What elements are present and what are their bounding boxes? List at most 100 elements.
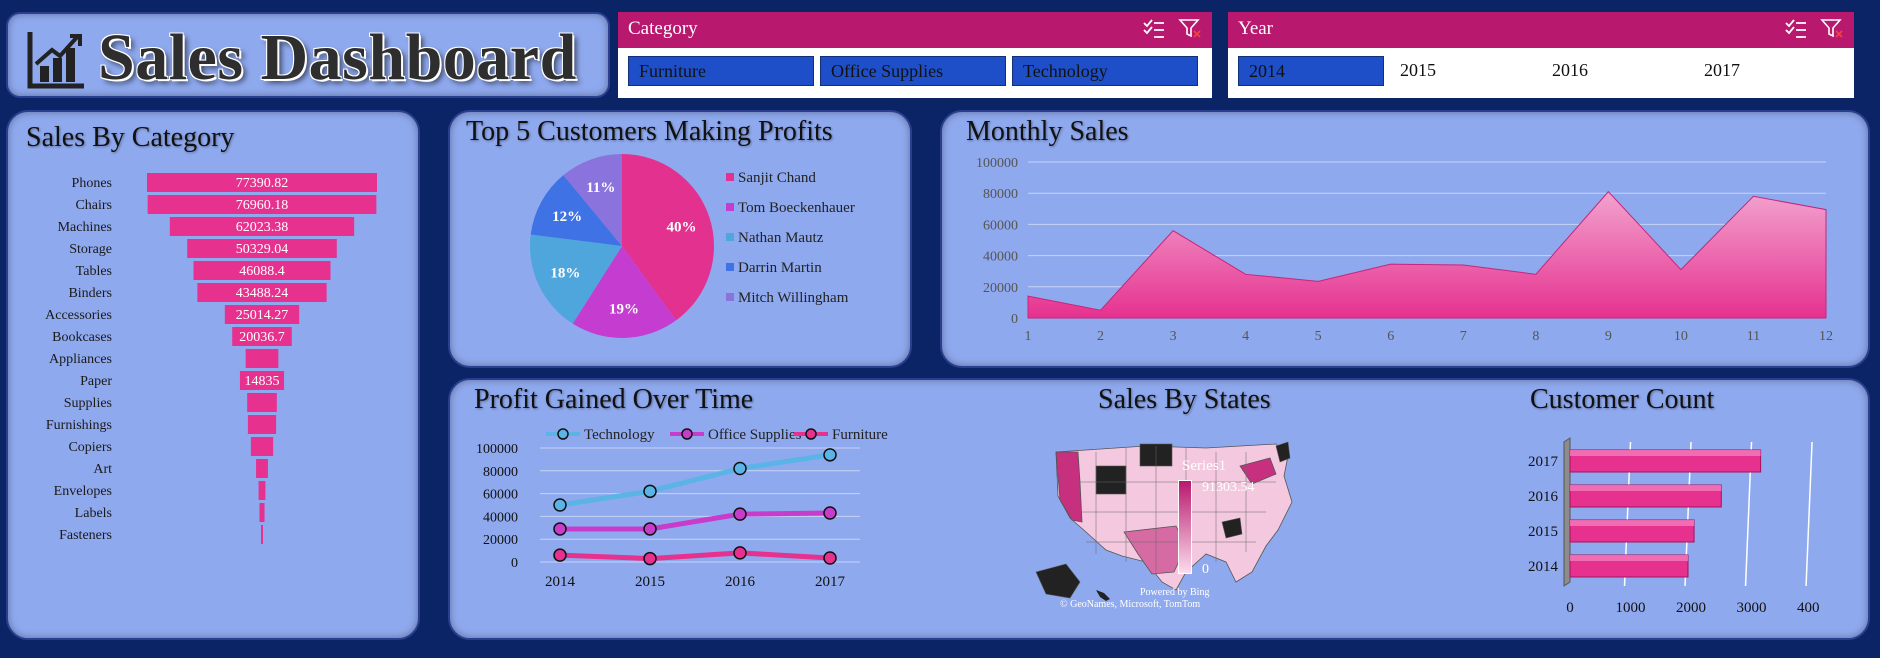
data-point	[823, 551, 837, 565]
x-tick-label: 10	[1674, 329, 1688, 344]
category-label: Paper	[80, 374, 112, 389]
category-chip-technology[interactable]: Technology	[1012, 56, 1198, 86]
clear-filter-icon[interactable]	[1820, 18, 1844, 40]
x-tick-label: 7	[1460, 329, 1467, 344]
year-chip-2015[interactable]: 2015	[1390, 56, 1536, 86]
profit-over-time-title: Profit Gained Over Time	[474, 384, 754, 415]
y-tick-label: 0	[1011, 312, 1018, 327]
year-chip-2014[interactable]: 2014	[1238, 56, 1384, 86]
data-point	[823, 448, 837, 462]
category-label: Storage	[69, 242, 112, 257]
map-legend-title: Series1	[1182, 458, 1227, 474]
profit-over-time-line-chart[interactable]: 0 20000 40000 60000 80000 100000 Technology Off…	[450, 422, 930, 632]
x-tick-label: 2	[1097, 329, 1104, 344]
data-point	[733, 546, 747, 560]
x-tick-label: 2015	[635, 574, 665, 590]
x-tick-label: 2000	[1676, 600, 1706, 616]
customer-count-title: Customer Count	[1530, 384, 1715, 415]
category-bar	[247, 393, 277, 412]
y-tick-label: 40000	[983, 250, 1018, 265]
map-legend-max: 91303.54	[1202, 480, 1255, 495]
legend-swatch	[726, 173, 734, 181]
year-chip-2016[interactable]: 2016	[1542, 56, 1688, 86]
category-bar	[250, 437, 274, 456]
category-label: Chairs	[75, 198, 112, 213]
us-map	[1035, 441, 1293, 601]
x-tick-label: 1	[1025, 329, 1032, 344]
legend-label: Furniture	[832, 427, 888, 443]
category-label: Binders	[68, 286, 112, 301]
category-bar	[261, 525, 263, 544]
sales-by-category-panel: Sales By Category Phones 77390.82 Chairs 76…	[6, 110, 420, 640]
category-slicer: Category Furniture Office Supplies Techn…	[618, 12, 1212, 98]
pie-slice-label: 40%	[666, 220, 696, 236]
header-panel: Sales Dashboard	[6, 12, 610, 98]
legend-swatch	[726, 263, 734, 271]
category-label: 2016	[1528, 489, 1559, 505]
x-tick-label: 1000	[1616, 600, 1646, 616]
multi-select-icon[interactable]	[1142, 18, 1166, 40]
customer-count-bar-chart[interactable]: 0 1000 2000 3000 4000 2017 2016 2015 2014	[1500, 422, 1820, 632]
legend-label: Sanjit Chand	[738, 170, 816, 186]
legend-marker	[681, 428, 693, 440]
x-tick-label: 8	[1532, 329, 1539, 344]
category-label: Accessories	[45, 308, 112, 323]
year-slicer-header: Year	[1228, 12, 1854, 48]
x-tick-label: 3	[1170, 329, 1177, 344]
x-tick-label: 2016	[725, 574, 756, 590]
map-credit-sources: © GeoNames, Microsoft, TomTom	[1060, 599, 1201, 610]
y-tick-label: 80000	[983, 187, 1018, 202]
category-bar	[258, 481, 266, 500]
year-chip-2017[interactable]: 2017	[1694, 56, 1840, 86]
legend-marker	[557, 428, 569, 440]
category-label: 2014	[1528, 559, 1559, 575]
y-tick-label: 80000	[483, 465, 518, 480]
category-value-label: 77390.82	[236, 176, 289, 191]
category-value-label: 25014.27	[236, 308, 289, 323]
sales-by-category-chart[interactable]: Phones 77390.82 Chairs 76960.18 Machines 6202…	[8, 162, 418, 632]
map-legend-gradient	[1178, 480, 1192, 574]
category-label: Labels	[75, 506, 112, 521]
category-bar	[256, 459, 268, 478]
clear-filter-icon[interactable]	[1178, 18, 1202, 40]
multi-select-icon[interactable]	[1784, 18, 1808, 40]
bar-highlight	[1570, 450, 1761, 456]
category-value-label: 43488.24	[236, 286, 289, 301]
y-tick-label: 60000	[983, 218, 1018, 233]
category-bar	[245, 349, 279, 368]
category-label: Envelopes	[54, 484, 112, 499]
series-line	[559, 452, 831, 508]
category-label: Machines	[58, 220, 112, 235]
category-chip-furniture[interactable]: Furniture	[628, 56, 814, 86]
legend-swatch	[726, 293, 734, 301]
legend-label: Nathan Mautz	[738, 230, 824, 246]
bar-chart-icon	[27, 32, 84, 89]
x-tick-label: 2014	[545, 574, 576, 590]
data-point	[733, 461, 747, 476]
legend-label: Mitch Willingham	[738, 290, 849, 306]
category-value-label: 76960.18	[236, 198, 289, 213]
category-label: Supplies	[64, 396, 112, 411]
monthly-sales-area-chart[interactable]: 0200004000060000800001000001 2 3 4 5 6 7 8 9 10 11…	[942, 148, 1868, 368]
pie-slice-label: 19%	[609, 302, 639, 318]
legend-label: Office Supplies	[708, 427, 802, 443]
x-tick-label: 2017	[815, 574, 846, 590]
top5-customers-pie-chart[interactable]: 40% 19% 18% 12%11% Sanjit Chand Tom Boeckenha…	[450, 152, 910, 362]
category-value-label: 62023.38	[236, 220, 289, 235]
bar-highlight	[1570, 520, 1695, 526]
legend-label: Darrin Martin	[738, 260, 822, 276]
category-value-label: 46088.4	[239, 264, 285, 279]
map-legend-min: 0	[1202, 562, 1209, 577]
category-chip-office-supplies[interactable]: Office Supplies	[820, 56, 1006, 86]
category-label: Copiers	[68, 440, 112, 455]
top5-customers-title: Top 5 Customers Making Profits	[466, 116, 833, 147]
year-slicer-title: Year	[1238, 18, 1274, 39]
y-tick-label: 20000	[983, 281, 1018, 296]
monthly-area	[1027, 190, 1827, 319]
legend-marker	[805, 428, 817, 440]
data-point	[553, 548, 567, 562]
category-value-label: 14835	[245, 374, 280, 389]
bottom-panel: Profit Gained Over Time 0 20000 40000 60000…	[448, 378, 1870, 640]
series-line	[559, 550, 831, 562]
top5-customers-panel: Top 5 Customers Making Profits 40% 19% 18%…	[448, 110, 912, 368]
